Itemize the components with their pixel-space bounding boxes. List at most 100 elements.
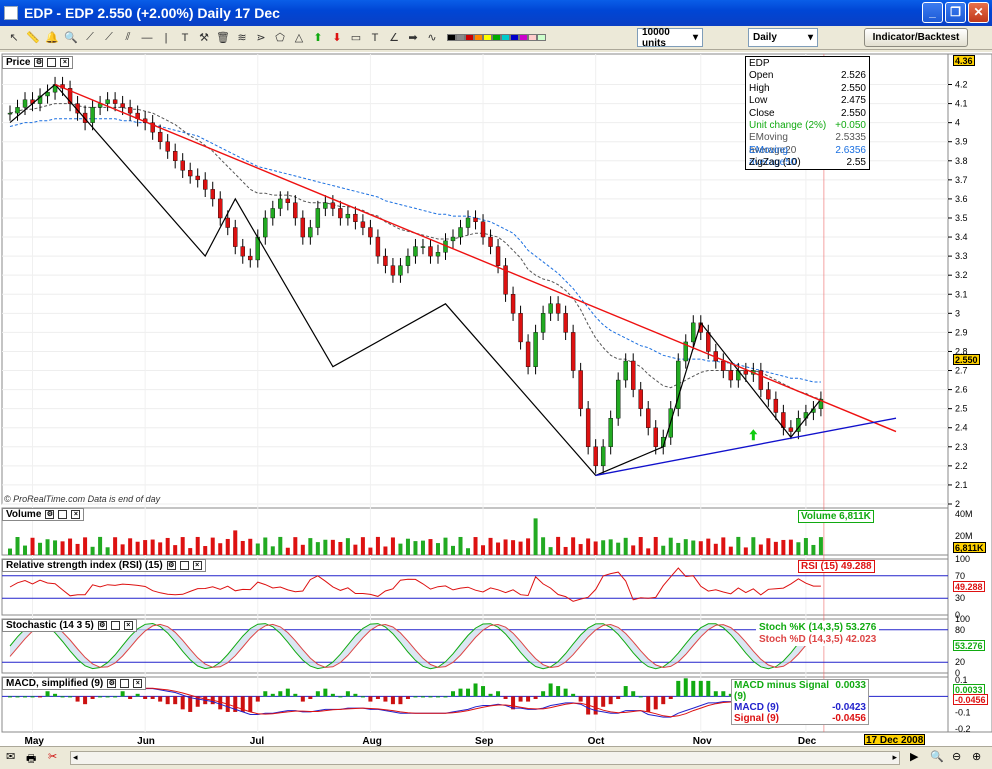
- price-tick-label: 2.1: [955, 480, 968, 490]
- period-combo[interactable]: Daily ▾: [748, 28, 818, 47]
- window-icon[interactable]: [120, 679, 130, 688]
- wrench-icon[interactable]: ⚙: [107, 679, 117, 688]
- scroll-right-icon[interactable]: ▸: [892, 752, 897, 763]
- infobox-row: High 2.550: [749, 82, 866, 94]
- volume-tag: Volume 6,811K: [798, 510, 874, 523]
- rectangle-icon[interactable]: ▭: [348, 30, 364, 46]
- candle-body: [563, 313, 568, 333]
- close-pane-icon[interactable]: ×: [60, 58, 70, 67]
- line-icon[interactable]: ⟋: [82, 30, 98, 46]
- volume-bar: [90, 546, 95, 555]
- polygon-icon[interactable]: ⬠: [272, 30, 288, 46]
- volume-bar: [60, 541, 65, 555]
- zoom-out-icon[interactable]: ⊖: [952, 750, 961, 763]
- print-icon[interactable]: 🖶: [26, 750, 36, 769]
- volume-bar: [773, 541, 778, 555]
- window-icon[interactable]: [110, 621, 120, 630]
- price-pane-label[interactable]: Price ⚙ ×: [2, 56, 74, 69]
- play-icon[interactable]: ▶: [910, 750, 918, 763]
- label-icon[interactable]: T: [367, 30, 383, 46]
- units-combo[interactable]: 10000 units ▾: [637, 26, 703, 49]
- volume-pane-label[interactable]: Volume ⚙ ×: [2, 508, 85, 521]
- maximize-button[interactable]: ❐: [945, 2, 966, 23]
- wrench-icon[interactable]: ⚙: [166, 561, 176, 570]
- volume-bar: [661, 545, 666, 555]
- ray-icon[interactable]: ⟋: [101, 30, 117, 46]
- color-palette[interactable]: [447, 34, 546, 41]
- wrench-icon[interactable]: ⚙: [97, 621, 107, 630]
- text-icon[interactable]: T: [177, 30, 193, 46]
- candle-body: [112, 99, 118, 104]
- zoom-icon[interactable]: 🔍: [63, 30, 79, 46]
- volume-bar: [8, 548, 12, 555]
- stoch-tick-label: 80: [955, 625, 965, 635]
- arrow-up-icon[interactable]: ⬆: [310, 30, 326, 46]
- price-label-text: Price: [6, 57, 31, 68]
- mail-icon[interactable]: ✉: [6, 750, 15, 763]
- candle-body: [518, 313, 523, 343]
- pointer-icon[interactable]: ↖: [6, 30, 22, 46]
- wrench-icon[interactable]: ⚙: [34, 58, 44, 67]
- month-label: Nov: [693, 736, 712, 746]
- zoom-in-icon[interactable]: ⊕: [972, 750, 981, 763]
- volume-bar: [451, 545, 455, 555]
- minimize-button[interactable]: _: [922, 2, 943, 23]
- stoch-label-text: Stochastic (14 3 5): [6, 620, 94, 631]
- rsi-pane-label[interactable]: Relative strength index (RSI) (15) ⚙ ×: [2, 559, 206, 572]
- trash-icon[interactable]: 🗑: [215, 30, 231, 46]
- angle-icon[interactable]: ∠: [386, 30, 402, 46]
- macd-histogram-bar: [541, 691, 546, 697]
- scissors-icon[interactable]: ✂: [48, 750, 57, 763]
- zoom-reset-icon[interactable]: 🔍: [930, 750, 944, 763]
- units-combo-value: 10000 units: [642, 26, 670, 49]
- ruler-icon[interactable]: 📏: [25, 30, 41, 46]
- arrow-right-icon[interactable]: ➡: [405, 30, 421, 46]
- volume-bar: [631, 545, 636, 555]
- macd-histogram-bar: [661, 696, 666, 705]
- price-tick-label: 4.2: [955, 80, 968, 90]
- horizontal-line-icon[interactable]: —: [139, 30, 155, 46]
- triangle-icon[interactable]: △: [291, 30, 307, 46]
- rsi-tag: RSI (15) 49.288: [798, 560, 875, 573]
- macd-histogram-bar: [158, 696, 163, 702]
- arrow-down-icon[interactable]: ⬇: [329, 30, 345, 46]
- window-icon[interactable]: [47, 58, 57, 67]
- candle-body: [608, 417, 613, 447]
- close-pane-icon[interactable]: ×: [71, 510, 81, 519]
- window-icon[interactable]: [58, 510, 68, 519]
- close-pane-icon[interactable]: ×: [123, 621, 133, 630]
- fan-icon[interactable]: ⋗: [253, 30, 269, 46]
- horizontal-scrollbar[interactable]: ◂ ▸: [70, 751, 900, 765]
- stoch-pane-label[interactable]: Stochastic (14 3 5) ⚙ ×: [2, 619, 137, 632]
- macd-histogram-bar: [713, 691, 718, 697]
- chevron-down-icon: ▾: [692, 32, 698, 43]
- volume-bar: [308, 538, 313, 555]
- macd-histogram-bar: [248, 696, 253, 712]
- macd-histogram-bar: [30, 696, 35, 698]
- macd-histogram-bar: [255, 696, 260, 702]
- window-icon[interactable]: [179, 561, 189, 570]
- macd-histogram-bar: [488, 693, 493, 697]
- volume-bar: [263, 537, 268, 555]
- macd-legend-row: Signal (9) -0.0456: [734, 713, 866, 724]
- close-pane-icon[interactable]: ×: [192, 561, 202, 570]
- volume-bar: [796, 542, 801, 555]
- fibonacci-icon[interactable]: ≋: [234, 30, 250, 46]
- close-button[interactable]: ✕: [968, 2, 989, 23]
- scroll-left-icon[interactable]: ◂: [73, 752, 78, 763]
- vertical-line-icon[interactable]: |: [158, 30, 174, 46]
- volume-bar: [218, 543, 223, 555]
- wrench-icon[interactable]: ⚙: [45, 510, 55, 519]
- wave-icon[interactable]: ∿: [424, 30, 440, 46]
- volume-bar: [315, 542, 320, 555]
- volume-bar: [270, 546, 275, 555]
- parallel-icon[interactable]: ⫽: [120, 30, 136, 46]
- macd-pane-label[interactable]: MACD, simplified (9) ⚙ ×: [2, 677, 147, 690]
- candle-body: [548, 303, 553, 314]
- infobox-row: Close 2.550: [749, 107, 866, 119]
- close-pane-icon[interactable]: ×: [133, 679, 143, 688]
- indicator-backtest-button[interactable]: Indicator/Backtest: [864, 28, 968, 47]
- macd-histogram-bar: [503, 696, 508, 699]
- bell-icon[interactable]: 🔔: [44, 30, 60, 46]
- tools-icon[interactable]: ⚒: [196, 30, 212, 46]
